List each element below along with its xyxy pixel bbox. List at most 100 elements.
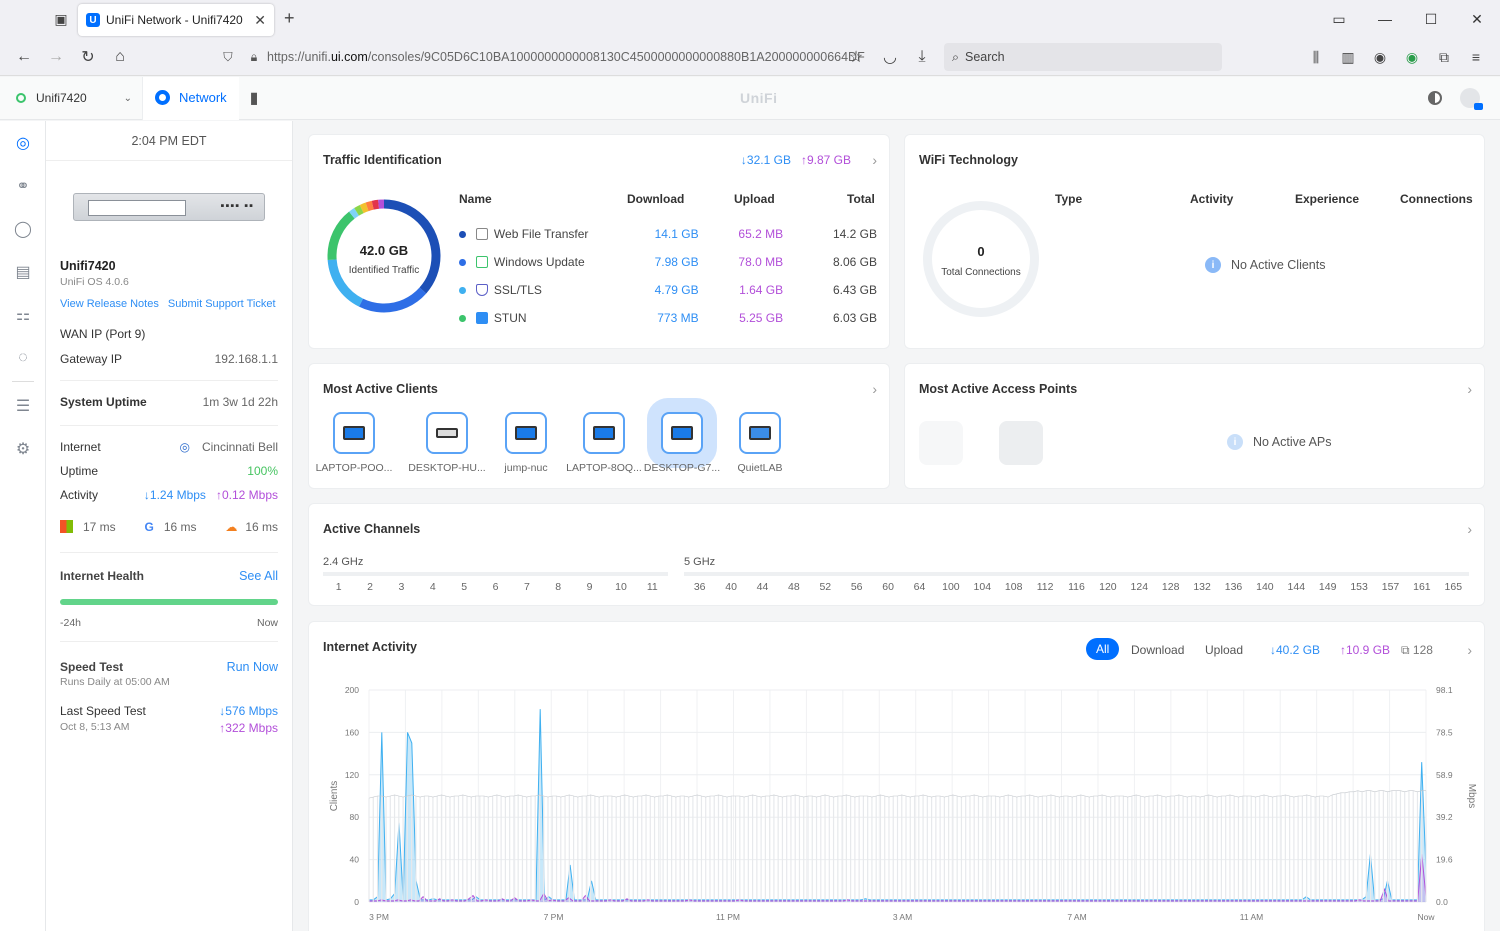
back-button[interactable]: ←: [8, 41, 40, 73]
chevron-right-icon[interactable]: ›: [872, 152, 877, 168]
client-item[interactable]: DESKTOP-G7...: [643, 412, 721, 474]
filter-upload[interactable]: Upload: [1205, 643, 1243, 657]
minimize-button[interactable]: —: [1362, 0, 1408, 38]
col-connections: Connections: [1400, 192, 1473, 206]
wifi-technology-card[interactable]: WiFi Technology Type Activity Experience…: [904, 134, 1485, 349]
client-item[interactable]: LAPTOP-8OQ...: [565, 412, 643, 474]
channel-label: 165: [1444, 581, 1463, 593]
channel-label: 7: [523, 581, 530, 593]
client-devices-icon[interactable]: ▤: [0, 250, 46, 293]
close-window-button[interactable]: ✕: [1454, 0, 1500, 38]
channel-label: 144: [1287, 581, 1306, 593]
theme-toggle-icon[interactable]: [1428, 91, 1442, 105]
home-button[interactable]: ⌂: [104, 41, 136, 73]
insights-icon[interactable]: ⚏: [0, 293, 46, 336]
last-download-speed: ↓576 Mbps: [219, 704, 278, 718]
downloads-icon[interactable]: ⤓: [906, 41, 938, 73]
traffic-row-download: 14.1 GB: [654, 227, 699, 241]
radar-icon[interactable]: ◌: [0, 336, 46, 379]
channel-label: 124: [1130, 581, 1149, 593]
divider: [60, 641, 278, 642]
speed-test-label: Speed Test: [60, 660, 124, 674]
see-all-link[interactable]: See All: [239, 569, 278, 583]
traffic-row-dot: [459, 230, 466, 238]
release-notes-link[interactable]: View Release Notes: [60, 298, 159, 310]
library-icon[interactable]: ⫼: [1300, 43, 1332, 71]
last-speed-test-date: Oct 8, 5:13 AM: [60, 721, 130, 733]
active-channels-card[interactable]: Active Channels › 2.4 GHz 5 GHz 12345678…: [308, 503, 1485, 606]
most-active-aps-card[interactable]: Most Active Access Points › i No Active …: [904, 363, 1485, 489]
client-name: LAPTOP-POO...: [315, 462, 393, 474]
network-app-tab[interactable]: Network: [143, 76, 239, 120]
browser-tab[interactable]: U UniFi Network - Unifi7420 ✕: [78, 4, 274, 36]
chevron-right-icon[interactable]: ›: [1467, 381, 1472, 397]
extensions-icon[interactable]: ⧉: [1428, 43, 1460, 71]
connections-ring: 0 Total Connections: [923, 201, 1039, 317]
search-field[interactable]: ⌕ Search: [944, 43, 1222, 71]
tab-list-icon[interactable]: ▭: [1316, 0, 1362, 38]
os-version: UniFi OS 4.0.6: [60, 276, 129, 288]
client-item[interactable]: jump-nuc: [487, 412, 565, 474]
nav-bar: ← → ↻ ⌂ ⛉ 🔒︎ https://unifi. ui.com/consol…: [0, 38, 1500, 76]
toolbar-icons: ⫼ ▥ ◉ ◉ ⧉ ≡: [1300, 43, 1492, 71]
topology-icon[interactable]: ⚭: [0, 164, 46, 207]
protect-app-icon[interactable]: ▮: [239, 88, 269, 108]
nav-rail: ◎ ⚭ ◯ ▤ ⚏ ◌ ☰ ⚙: [0, 121, 46, 931]
run-now-button[interactable]: Run Now: [227, 660, 278, 674]
traffic-identification-card[interactable]: Traffic Identification ↓32.1 GB ↑9.87 GB…: [308, 134, 890, 349]
logs-icon[interactable]: ☰: [0, 384, 46, 427]
channel-label: 10: [615, 581, 627, 593]
pocket-icon[interactable]: ◡: [874, 41, 906, 73]
y2-tick-label: 0.0: [1436, 897, 1448, 907]
desktop-icon: [426, 412, 468, 454]
chevron-right-icon[interactable]: ›: [1467, 642, 1472, 658]
client-item[interactable]: LAPTOP-POO...: [315, 412, 393, 474]
traffic-row-upload: 5.25 GB: [739, 311, 784, 325]
url-domain: ui.com: [330, 50, 368, 64]
chevron-right-icon[interactable]: ›: [1467, 521, 1472, 537]
channel-label: 153: [1350, 581, 1368, 593]
ubiquiti-devices-icon[interactable]: ◯: [0, 207, 46, 250]
client-item[interactable]: QuietLAB: [721, 412, 799, 474]
y2-tick-label: 39.2: [1436, 812, 1453, 822]
extension-green-icon[interactable]: ◉: [1396, 43, 1428, 71]
traffic-row-total: 6.03 GB: [832, 311, 877, 325]
close-tab-icon[interactable]: ✕: [254, 12, 266, 29]
lock-icon[interactable]: 🔒︎: [241, 50, 267, 65]
forward-button[interactable]: →: [40, 41, 72, 73]
gateway-device-image: [73, 193, 265, 221]
avatar[interactable]: [1460, 88, 1483, 110]
account-icon[interactable]: ◉: [1364, 43, 1396, 71]
internet-activity-card[interactable]: Internet Activity All Download Upload ↓4…: [308, 621, 1485, 931]
filter-download[interactable]: Download: [1131, 643, 1184, 657]
client-item[interactable]: DESKTOP-HU...: [408, 412, 486, 474]
shield-icon[interactable]: ⛉: [215, 50, 241, 65]
dashboard-icon[interactable]: ◎: [0, 121, 46, 164]
bookmark-star-icon[interactable]: ☆: [840, 41, 872, 73]
traffic-row[interactable]: STUN 773 MB 5.25 GB 6.03 GB: [459, 308, 877, 328]
filter-all[interactable]: All: [1086, 638, 1120, 660]
app-header: Unifi7420 ⌄ Network ▮ UniFi: [0, 76, 1500, 120]
band-5-label: 5 GHz: [684, 556, 716, 568]
address-bar[interactable]: ⛉ 🔒︎ https://unifi. ui.com/consoles/9C05D…: [215, 43, 870, 71]
new-tab-button[interactable]: +: [284, 8, 295, 29]
traffic-row[interactable]: Windows Update 7.98 GB 78.0 MB 8.06 GB: [459, 252, 877, 272]
most-active-clients-card[interactable]: Most Active Clients › LAPTOP-POO... DESK…: [308, 363, 890, 489]
tab-overview-icon[interactable]: ▣: [46, 4, 76, 34]
band-24-bar: [323, 572, 668, 576]
activity-upload-total: ↑10.9 GB: [1340, 643, 1391, 657]
barcode-icon[interactable]: ▥: [1332, 43, 1364, 71]
settings-gear-icon[interactable]: ⚙: [0, 427, 46, 470]
reload-button[interactable]: ↻: [72, 41, 104, 73]
maximize-button[interactable]: ☐: [1408, 0, 1454, 38]
traffic-row[interactable]: SSL/TLS 4.79 GB 1.64 GB 6.43 GB: [459, 280, 877, 300]
site-selector[interactable]: Unifi7420 ⌄: [0, 76, 143, 120]
x-tick-label: 7 AM: [1067, 912, 1086, 922]
menu-icon[interactable]: ≡: [1460, 43, 1492, 71]
traffic-row[interactable]: Web File Transfer 14.1 GB 65.2 MB 14.2 G…: [459, 224, 877, 244]
support-ticket-link[interactable]: Submit Support Ticket: [168, 298, 276, 310]
x-tick-label: 11 AM: [1240, 912, 1263, 922]
no-aps-text: No Active APs: [1253, 435, 1332, 449]
y2-tick-label: 98.1: [1436, 685, 1453, 695]
chevron-right-icon[interactable]: ›: [872, 381, 877, 397]
